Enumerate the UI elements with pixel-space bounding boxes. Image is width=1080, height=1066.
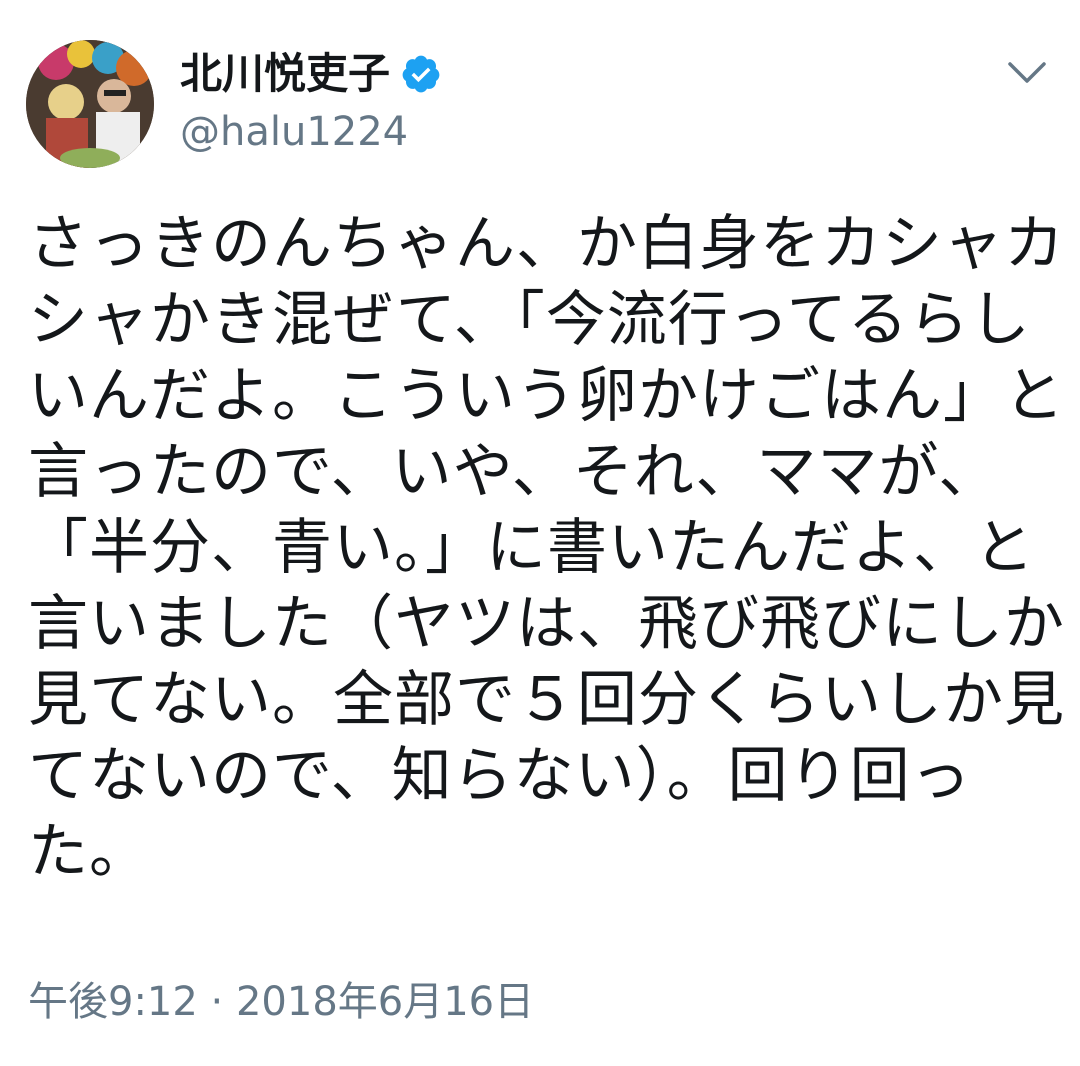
author-info: 北川悦吏子 @halu1224 xyxy=(180,46,442,158)
tweet-card: 北川悦吏子 @halu1224 さっきのんちゃん、か白身をカシャカ シャかき混ぜ… xyxy=(0,0,1080,1066)
user-handle[interactable]: @halu1224 xyxy=(180,106,442,158)
display-name[interactable]: 北川悦吏子 xyxy=(180,46,390,102)
chevron-down-icon xyxy=(1008,62,1046,83)
tweet-timestamp[interactable]: 午後9:12 · 2018年6月16日 xyxy=(28,974,534,1030)
tweet-text-line: 言ったので、いや、それ、ママが、 xyxy=(28,437,1000,507)
tweet-text-line: 「半分、青い。」に書いたんだよ、と xyxy=(28,513,1035,583)
avatar-photo xyxy=(26,40,154,168)
tweet-text-line: た。 xyxy=(28,817,150,887)
display-name-row: 北川悦吏子 xyxy=(180,46,442,102)
tweet-text-line: 言いました（ヤツは、飛び飛びにしか xyxy=(28,589,1065,659)
tweet-text-line: てないので、知らない）。回り回っ xyxy=(28,741,972,811)
more-options-button[interactable] xyxy=(998,50,1056,96)
verified-badge-icon xyxy=(400,53,442,95)
avatar[interactable] xyxy=(26,40,154,168)
tweet-text: さっきのんちゃん、か白身をカシャカ シャかき混ぜて、「今流行ってるらし いんだよ… xyxy=(28,206,1065,890)
tweet-text-line: 見てない。全部で５回分くらいしか見 xyxy=(28,665,1065,735)
tweet-text-line: シャかき混ぜて、「今流行ってるらし xyxy=(28,285,1031,355)
tweet-text-line: いんだよ。こういう卵かけごはん」と xyxy=(28,361,1065,431)
tweet-text-line: さっきのんちゃん、か白身をカシャカ xyxy=(28,209,1065,279)
